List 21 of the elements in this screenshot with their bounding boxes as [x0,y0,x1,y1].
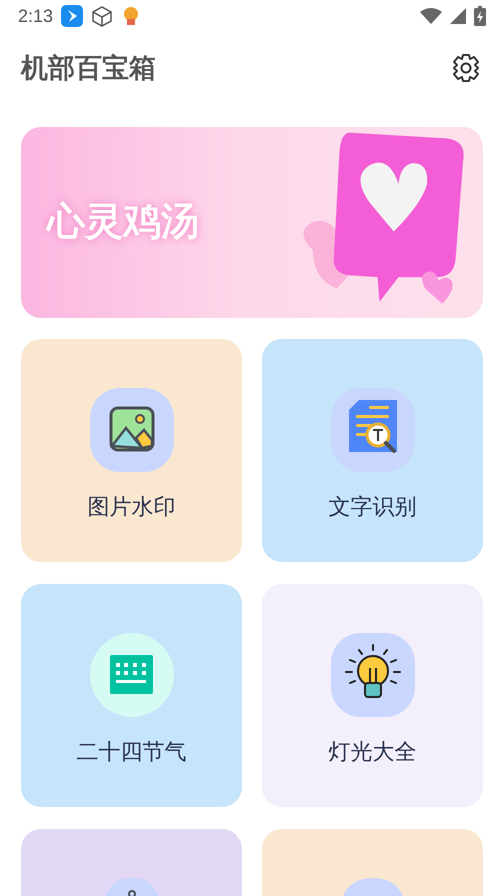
signal-icon [450,8,466,24]
app-title: 机部百宝箱 [21,52,156,85]
keyboard-icon [90,633,174,717]
status-time: 2:13 [18,4,54,28]
feature-card[interactable]: 灯光大全 [262,584,483,807]
feature-label: 二十四节气 [76,738,186,766]
wifi-icon [420,8,442,24]
app-notification-icon [61,5,84,27]
document-search-icon [330,388,414,472]
feature-label: 灯光大全 [328,738,416,766]
feature-label: 图片水印 [88,493,176,521]
picture-icon [90,388,174,472]
battery-icon [474,6,486,26]
feature-card[interactable]: 图片水印 [21,339,242,562]
feature-card[interactable]: 二十四节气 [21,584,242,807]
light-bulb-icon [330,633,414,717]
feature-label: 文字识别 [328,493,416,521]
banner-title: 心灵鸡汤 [47,200,199,245]
cube-icon [91,5,114,27]
feature-card[interactable]: 文字识别 [262,339,483,562]
settings-icon [450,52,482,84]
